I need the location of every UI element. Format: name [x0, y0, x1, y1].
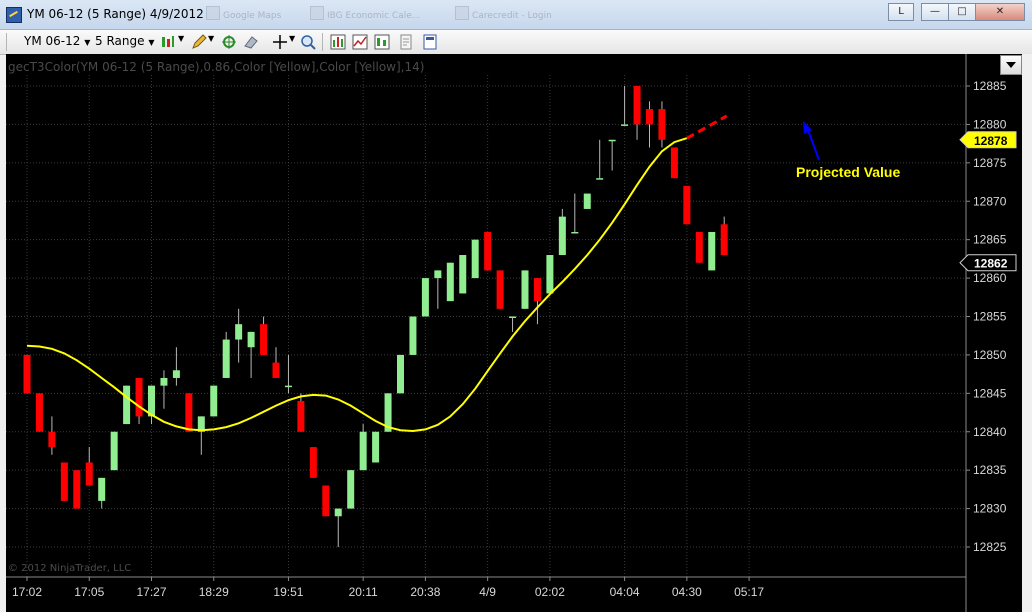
x-tick-label: 4/9	[479, 585, 496, 599]
candle-down	[496, 270, 504, 309]
candle-down	[272, 362, 280, 378]
candle-up	[571, 231, 579, 234]
x-tick-label: 18:29	[199, 585, 229, 599]
y-tick-label: 12830	[973, 502, 1007, 516]
candle-up	[110, 431, 118, 471]
annotation-arrow	[807, 129, 820, 161]
y-tick-label: 12825	[973, 540, 1007, 554]
x-tick-label: 20:38	[410, 585, 440, 599]
candle-down	[484, 231, 492, 271]
projection-line	[686, 114, 728, 140]
candle-up	[284, 385, 292, 388]
indicator-title: gecT3Color(YM 06-12 (5 Range),0.86,Color…	[8, 60, 425, 74]
candle-down	[297, 401, 305, 432]
candle-down	[658, 109, 666, 140]
copyright-text: © 2012 NinjaTrader, LLC	[8, 563, 132, 574]
candle-down	[646, 109, 653, 125]
candle-up	[123, 385, 131, 425]
candle-up	[235, 324, 243, 340]
y-tick-label: 12860	[973, 271, 1007, 285]
candle-down	[322, 485, 330, 517]
y-tick-label: 12835	[973, 463, 1007, 477]
candle-up	[148, 385, 155, 417]
y-tick-label: 12845	[973, 386, 1007, 400]
candle-up	[596, 178, 604, 180]
candle-down	[683, 185, 691, 225]
candle-down	[135, 377, 143, 417]
indicator-price-tag-label: 12878	[974, 134, 1008, 148]
candle-up	[608, 139, 616, 142]
x-tick-label: 17:02	[12, 585, 42, 599]
y-tick-label: 12850	[973, 348, 1007, 362]
x-tick-label: 20:11	[349, 585, 378, 599]
candle-down	[720, 224, 728, 256]
candle-up	[421, 278, 429, 317]
candle-down	[35, 393, 43, 432]
candle-up	[509, 316, 517, 318]
x-tick-label: 17:05	[74, 585, 104, 599]
candle-up	[558, 216, 566, 256]
candle-up	[222, 339, 230, 378]
gridlines	[6, 75, 966, 577]
candle-down	[695, 231, 703, 263]
x-tick-label: 02:02	[535, 585, 565, 599]
candle-up	[98, 477, 106, 501]
candle-up	[210, 385, 218, 417]
candle-up	[409, 316, 417, 355]
candle-up	[359, 431, 367, 471]
candle-down	[309, 447, 317, 478]
candle-up	[172, 370, 180, 378]
candle-up	[334, 508, 342, 517]
candle-down	[670, 147, 678, 179]
candle-up	[446, 262, 454, 302]
candle-up	[521, 270, 529, 309]
candle-down	[23, 354, 31, 394]
price-chart[interactable]: 12885 12880 12875 12870 12865 12860 12855 12850…	[0, 0, 1032, 612]
candle-up	[621, 124, 629, 126]
x-tick-label: 04:30	[672, 585, 702, 599]
candle-up	[247, 331, 255, 348]
candle-up	[372, 431, 380, 463]
y-tick-label: 12885	[973, 79, 1007, 93]
y-tick-label: 12840	[973, 425, 1007, 439]
candle-down	[185, 393, 193, 432]
candle-up	[459, 255, 467, 294]
x-tick-label: 19:51	[273, 585, 303, 599]
candle-down	[60, 462, 68, 501]
y-tick-label: 12855	[973, 310, 1007, 324]
indicator-price-tag: 12878	[959, 131, 1017, 149]
candle-up	[397, 354, 404, 394]
y-tick-label: 12875	[973, 156, 1007, 170]
y-tick-label: 12865	[973, 233, 1007, 247]
candle-down	[260, 324, 268, 355]
candle-down	[533, 278, 541, 302]
candle-down	[48, 431, 56, 448]
candle-up	[160, 377, 168, 386]
candle-down	[85, 462, 93, 486]
y-tick-label: 12880	[973, 117, 1007, 131]
annotations: Projected Value	[796, 121, 900, 180]
chart-dropdown-button[interactable]	[1000, 55, 1022, 75]
candle-up	[471, 239, 479, 279]
last-price-tag: 12862	[959, 254, 1017, 272]
candle-down	[633, 86, 641, 125]
last-price-tag-label: 12862	[974, 257, 1008, 271]
annotation-arrowhead	[803, 121, 812, 134]
x-tick-label: 05:17	[734, 585, 764, 599]
annotation-label: Projected Value	[796, 164, 900, 180]
candle-up	[583, 193, 591, 209]
candle-up	[434, 270, 442, 279]
candle-up	[546, 255, 554, 294]
candle-up	[347, 470, 355, 509]
y-tick-label: 12870	[973, 194, 1007, 208]
axes: 12885 12880 12875 12870 12865 12860 12855 12850…	[6, 54, 1017, 612]
x-tick-label: 17:27	[136, 585, 166, 599]
x-tick-label: 04:04	[610, 585, 640, 599]
candle-up	[708, 231, 716, 271]
candle-down	[73, 470, 81, 509]
